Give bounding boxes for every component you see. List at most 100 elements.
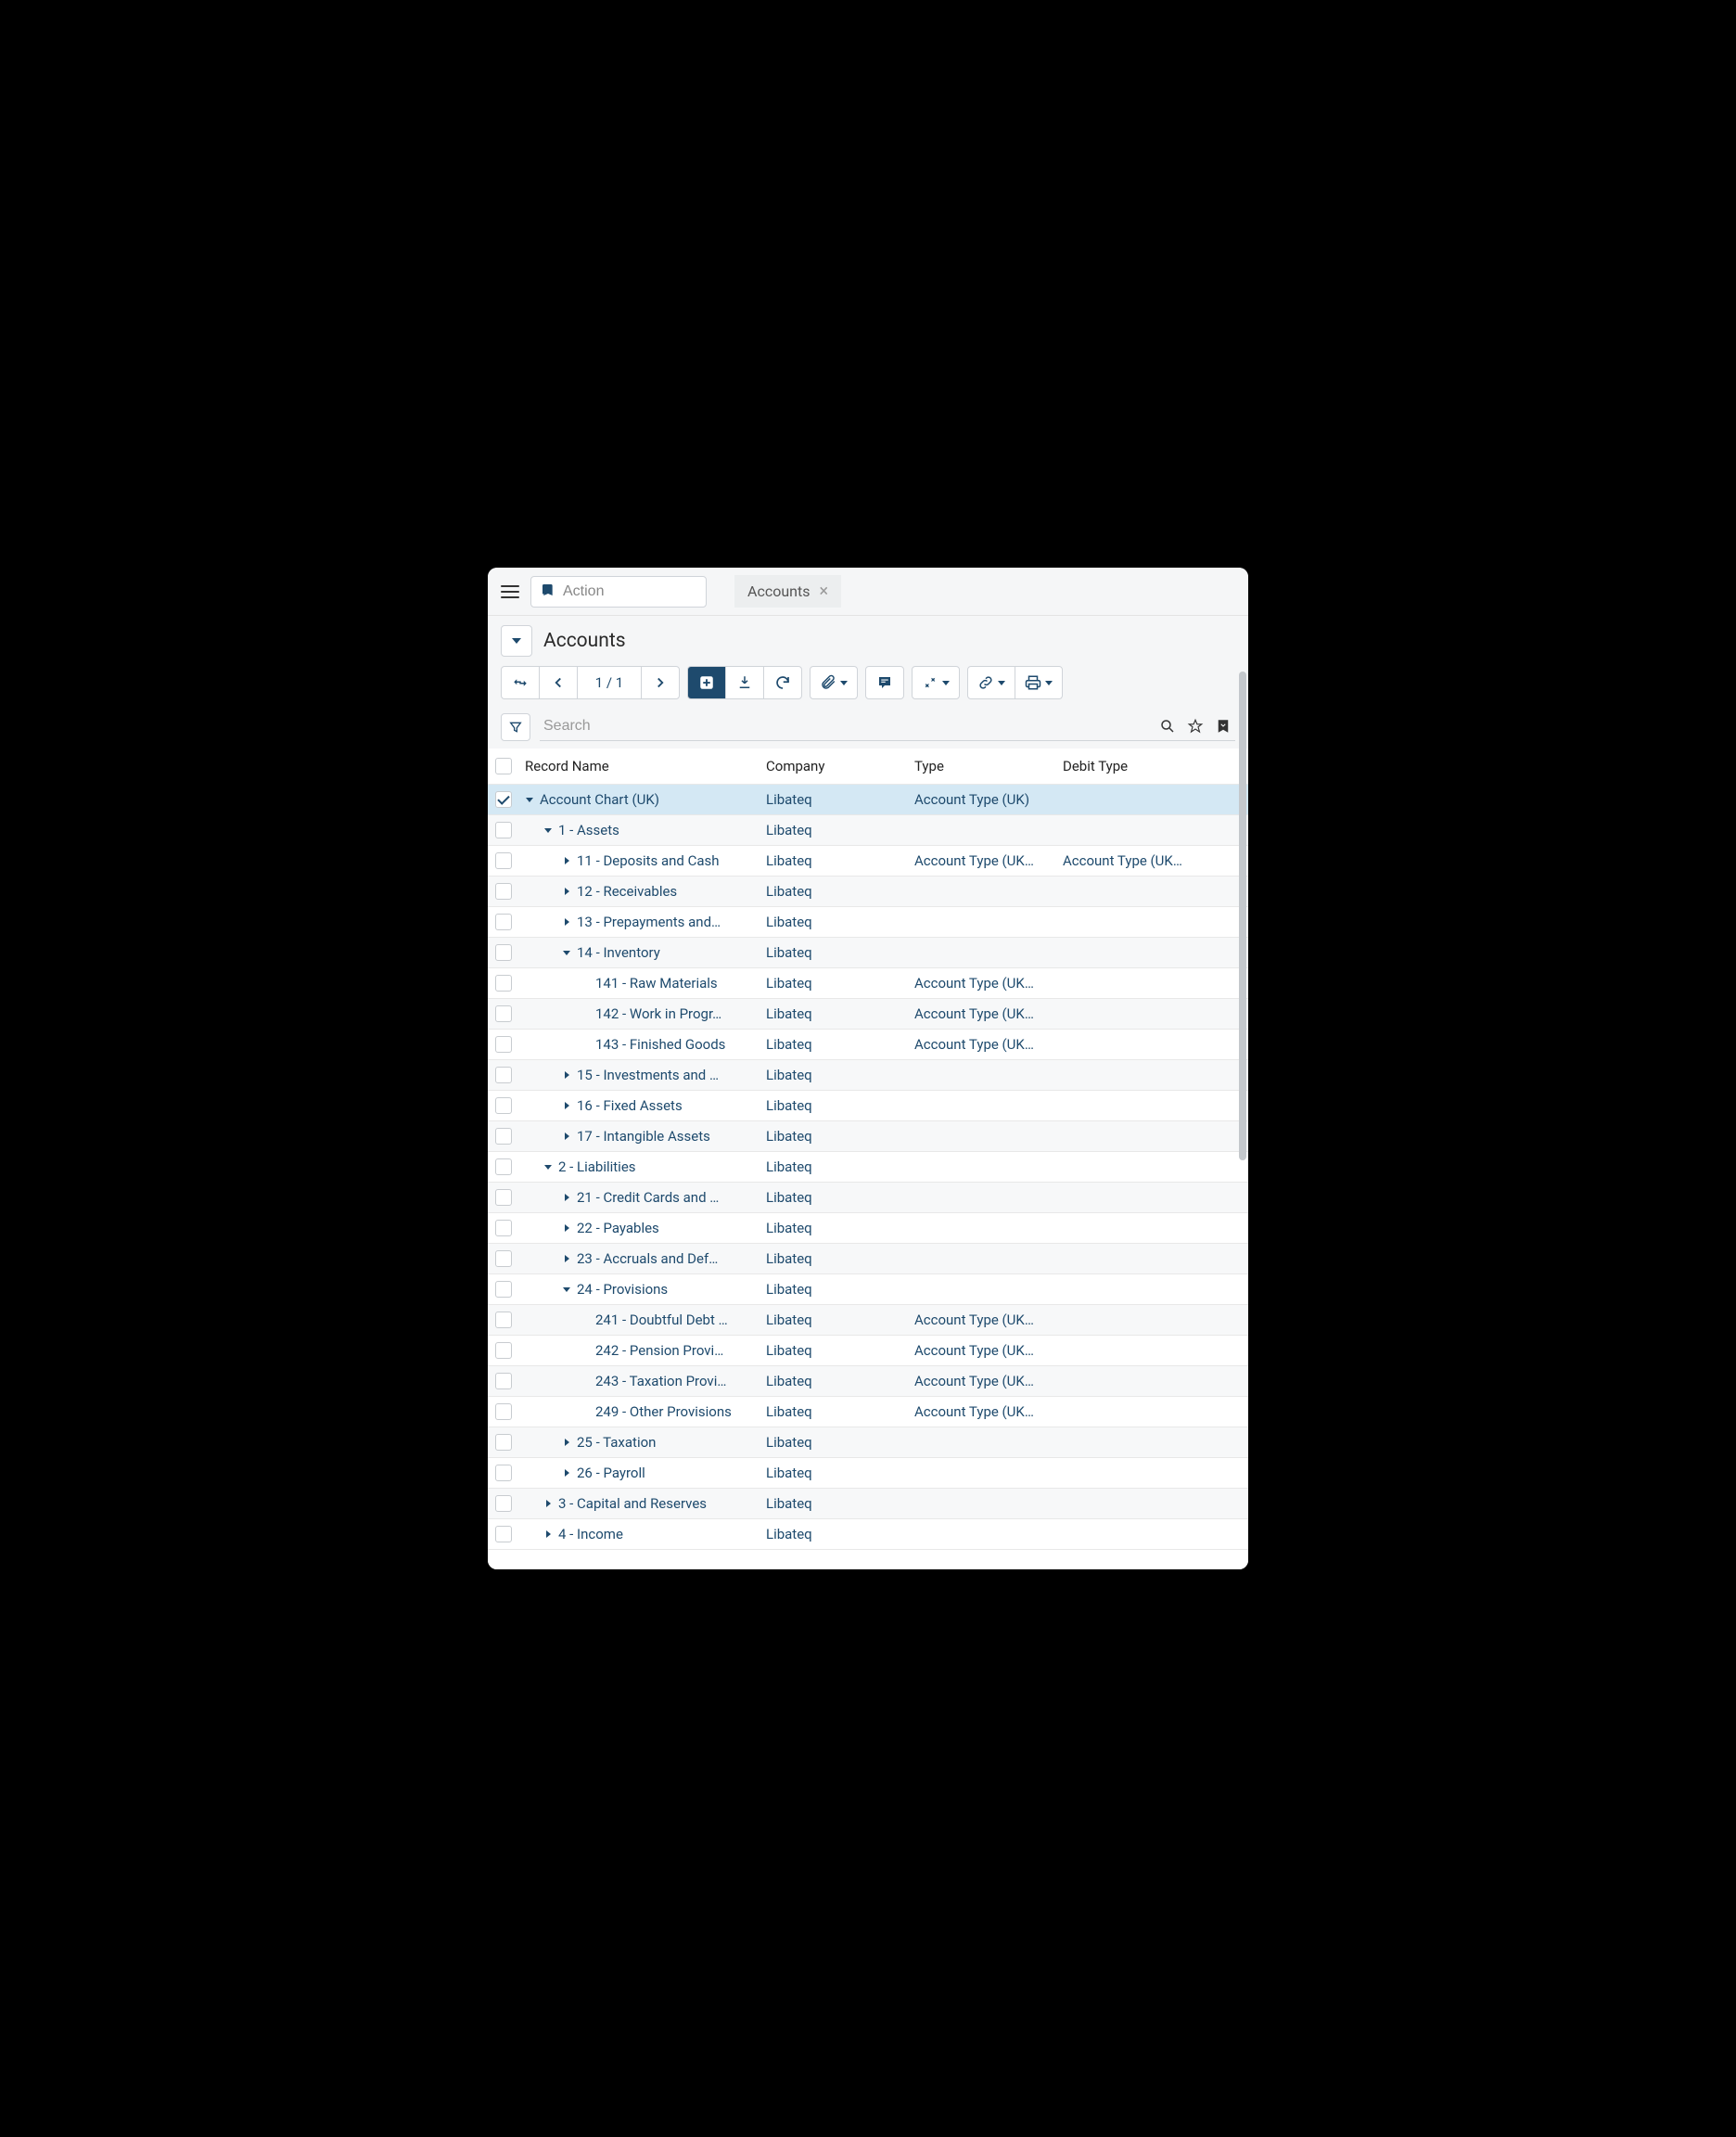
switch-view-button[interactable] (501, 666, 540, 699)
record-name-cell[interactable]: 249 - Other Provisions (519, 1403, 760, 1420)
debit-cell[interactable] (1057, 826, 1248, 834)
table-row[interactable]: 142 - Work in Progr…LibateqAccount Type … (488, 999, 1248, 1030)
debit-cell[interactable] (1057, 1286, 1248, 1293)
company-cell[interactable]: Libateq (760, 1124, 909, 1148)
company-cell[interactable]: Libateq (760, 879, 909, 903)
tree-toggle-icon[interactable] (560, 1466, 573, 1479)
table-row[interactable]: 141 - Raw MaterialsLibateqAccount Type (… (488, 968, 1248, 999)
company-cell[interactable]: Libateq (760, 849, 909, 873)
type-cell[interactable] (909, 888, 1057, 895)
company-cell[interactable]: Libateq (760, 818, 909, 842)
tree-toggle-icon[interactable] (560, 1068, 573, 1081)
record-name-cell[interactable]: 24 - Provisions (519, 1281, 760, 1298)
download-button[interactable] (725, 666, 764, 699)
tree-toggle-icon[interactable] (542, 1160, 555, 1173)
menu-icon[interactable] (499, 581, 521, 603)
type-cell[interactable] (909, 1255, 1057, 1262)
row-checkbox[interactable] (495, 852, 512, 869)
type-cell[interactable]: Account Type (UK… (909, 849, 1057, 873)
record-name-cell[interactable]: 143 - Finished Goods (519, 1036, 760, 1053)
type-cell[interactable]: Account Type (UK… (909, 1002, 1057, 1026)
table-row[interactable]: 15 - Investments and …Libateq (488, 1060, 1248, 1091)
row-checkbox[interactable] (495, 914, 512, 930)
row-checkbox[interactable] (495, 1465, 512, 1481)
tree-toggle-icon[interactable] (560, 854, 573, 867)
debit-cell[interactable] (1057, 1347, 1248, 1354)
debit-cell[interactable] (1057, 1163, 1248, 1171)
company-cell[interactable]: Libateq (760, 1522, 909, 1546)
debit-cell[interactable] (1057, 1102, 1248, 1109)
record-name-cell[interactable]: 2 - Liabilities (519, 1158, 760, 1175)
tree-toggle-icon[interactable] (560, 1191, 573, 1204)
table-row[interactable]: 3 - Capital and ReservesLibateq (488, 1489, 1248, 1519)
company-cell[interactable]: Libateq (760, 941, 909, 965)
debit-cell[interactable] (1057, 1041, 1248, 1048)
debit-cell[interactable] (1057, 1530, 1248, 1538)
debit-cell[interactable] (1057, 1500, 1248, 1507)
type-cell[interactable] (909, 1102, 1057, 1109)
print-button[interactable] (1015, 666, 1063, 699)
type-cell[interactable] (909, 1500, 1057, 1507)
debit-cell[interactable] (1057, 1224, 1248, 1232)
company-cell[interactable]: Libateq (760, 1185, 909, 1209)
tree-toggle-icon[interactable] (523, 793, 536, 806)
company-cell[interactable]: Libateq (760, 1032, 909, 1056)
record-name-cell[interactable]: 3 - Capital and Reserves (519, 1495, 760, 1512)
row-checkbox[interactable] (495, 1342, 512, 1359)
actions-button[interactable] (912, 666, 960, 699)
row-checkbox[interactable] (495, 1373, 512, 1389)
table-row[interactable]: 4 - IncomeLibateq (488, 1519, 1248, 1550)
record-name-cell[interactable]: 25 - Taxation (519, 1434, 760, 1451)
record-name-cell[interactable]: 241 - Doubtful Debt … (519, 1312, 760, 1328)
row-checkbox[interactable] (495, 1250, 512, 1267)
debit-cell[interactable] (1057, 1469, 1248, 1477)
company-cell[interactable]: Libateq (760, 1155, 909, 1179)
table-row[interactable]: Account Chart (UK)LibateqAccount Type (U… (488, 785, 1248, 815)
row-checkbox[interactable] (495, 1189, 512, 1206)
scrollbar-thumb[interactable] (1239, 672, 1246, 1160)
debit-cell[interactable] (1057, 1439, 1248, 1446)
debit-cell[interactable] (1057, 949, 1248, 956)
row-checkbox[interactable] (495, 822, 512, 838)
col-debit[interactable]: Debit Type (1057, 756, 1248, 776)
action-input[interactable] (563, 583, 696, 600)
record-name-cell[interactable]: 26 - Payroll (519, 1465, 760, 1481)
table-row[interactable]: 22 - PayablesLibateq (488, 1213, 1248, 1244)
type-cell[interactable]: Account Type (UK… (909, 1369, 1057, 1393)
table-row[interactable]: 242 - Pension Provi…LibateqAccount Type … (488, 1336, 1248, 1366)
record-name-cell[interactable]: 141 - Raw Materials (519, 975, 760, 992)
prev-page-button[interactable] (539, 666, 578, 699)
debit-cell[interactable] (1057, 1071, 1248, 1079)
debit-cell[interactable] (1057, 1377, 1248, 1385)
debit-cell[interactable] (1057, 1255, 1248, 1262)
row-checkbox[interactable] (495, 1158, 512, 1175)
table-row[interactable]: 243 - Taxation Provi…LibateqAccount Type… (488, 1366, 1248, 1397)
select-all-checkbox[interactable] (495, 758, 512, 774)
type-cell[interactable]: Account Type (UK… (909, 1338, 1057, 1363)
type-cell[interactable] (909, 1194, 1057, 1201)
company-cell[interactable]: Libateq (760, 1094, 909, 1118)
company-cell[interactable]: Libateq (760, 1063, 909, 1087)
scrollbar[interactable] (1239, 672, 1246, 1560)
row-checkbox[interactable] (495, 1526, 512, 1542)
type-cell[interactable]: Account Type (UK… (909, 1400, 1057, 1424)
col-record[interactable]: Record Name (519, 756, 760, 776)
record-name-cell[interactable]: 21 - Credit Cards and … (519, 1189, 760, 1206)
debit-cell[interactable] (1057, 888, 1248, 895)
type-cell[interactable] (909, 1071, 1057, 1079)
tab-close-icon[interactable]: × (819, 583, 828, 600)
tab-accounts[interactable]: Accounts × (734, 575, 841, 608)
company-cell[interactable]: Libateq (760, 787, 909, 812)
type-cell[interactable]: Account Type (UK… (909, 1308, 1057, 1332)
table-row[interactable]: 13 - Prepayments and…Libateq (488, 907, 1248, 938)
favorite-icon[interactable] (1187, 718, 1204, 735)
tree-toggle-icon[interactable] (560, 1283, 573, 1296)
record-name-cell[interactable]: 242 - Pension Provi… (519, 1342, 760, 1359)
type-cell[interactable] (909, 1439, 1057, 1446)
debit-cell[interactable]: Account Type (UK… (1057, 849, 1248, 873)
col-company[interactable]: Company (760, 756, 909, 776)
company-cell[interactable]: Libateq (760, 1216, 909, 1240)
tree-toggle-icon[interactable] (560, 946, 573, 959)
company-cell[interactable]: Libateq (760, 1491, 909, 1516)
table-row[interactable]: 17 - Intangible AssetsLibateq (488, 1121, 1248, 1152)
